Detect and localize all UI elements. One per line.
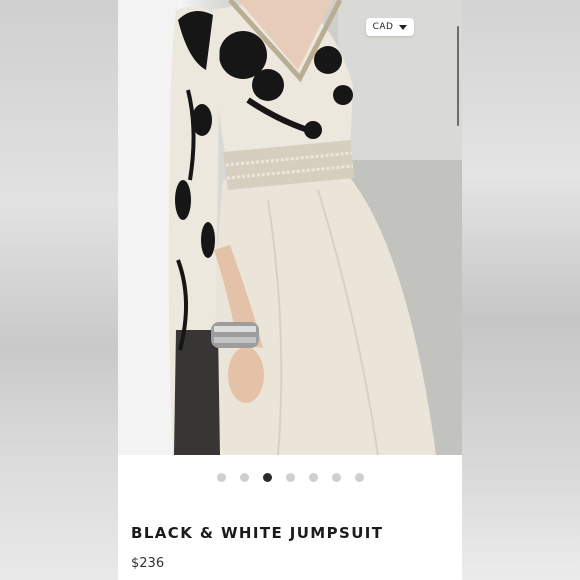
- currency-label: CAD: [372, 22, 394, 32]
- carousel-indicator: [118, 471, 462, 483]
- currency-selector[interactable]: CAD: [366, 18, 414, 36]
- carousel-dot[interactable]: [285, 472, 295, 482]
- product-title: BLACK & WHITE JUMPSUIT: [131, 524, 384, 542]
- carousel-dot[interactable]: [239, 472, 249, 482]
- product-photo-illustration: [118, 0, 462, 455]
- bracelet: [211, 322, 259, 348]
- chevron-down-icon: [399, 24, 408, 30]
- carousel-dot[interactable]: [216, 472, 226, 482]
- carousel-dot[interactable]: [354, 472, 364, 482]
- scrollbar[interactable]: [457, 26, 459, 126]
- carousel-dot-active[interactable]: [262, 472, 272, 482]
- carousel-dot[interactable]: [331, 472, 341, 482]
- product-price: $236: [131, 556, 165, 571]
- product-screen: CAD BLACK & WHITE JUMPSUIT $236: [118, 0, 462, 580]
- background-right: [462, 0, 580, 580]
- hand: [228, 347, 264, 403]
- carousel-dot[interactable]: [308, 472, 318, 482]
- product-photo[interactable]: CAD: [118, 0, 462, 455]
- background-left: [0, 0, 118, 580]
